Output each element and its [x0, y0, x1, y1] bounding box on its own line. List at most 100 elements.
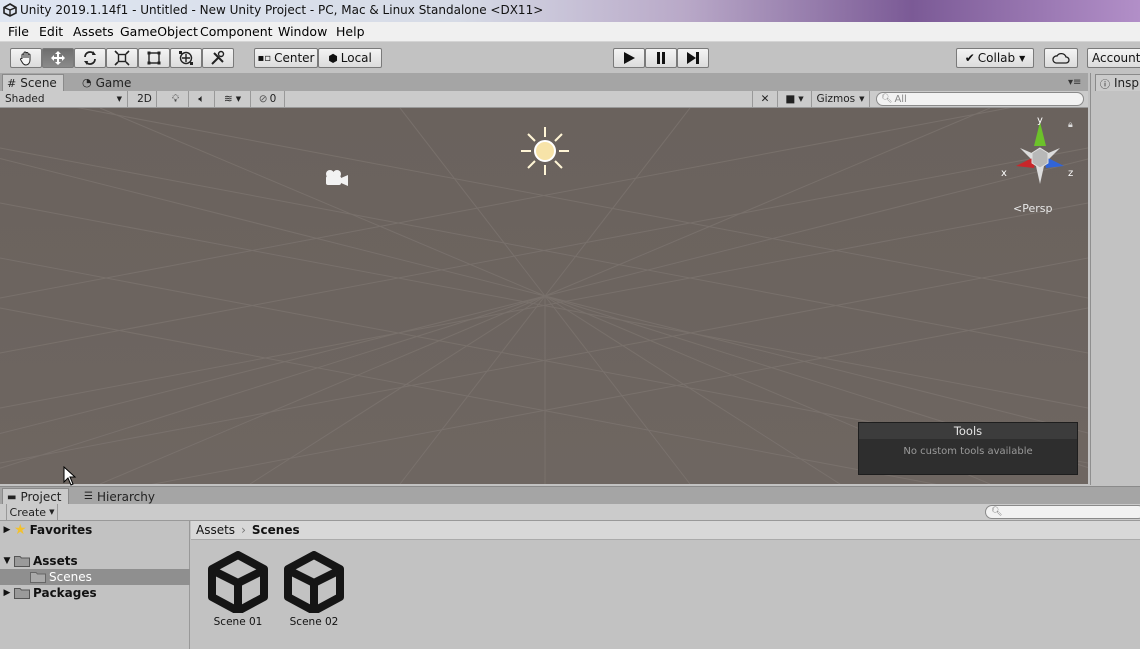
- tab-project[interactable]: ▬ Project: [2, 488, 69, 505]
- gizmos-dropdown[interactable]: Gizmos ▼: [812, 91, 870, 107]
- 2d-toggle[interactable]: 2D: [133, 91, 157, 107]
- shading-dropdown[interactable]: Shaded ▼: [0, 91, 128, 107]
- star-icon: ★: [14, 522, 27, 538]
- tools-overlay-title: Tools: [859, 423, 1077, 439]
- menu-file[interactable]: File: [8, 24, 29, 39]
- list-icon: ☰: [84, 491, 93, 502]
- axis-x-label: x: [1001, 168, 1007, 179]
- move-icon: [51, 51, 65, 65]
- layers-icon: ≋: [223, 93, 233, 105]
- info-icon: ⓘ: [1100, 79, 1110, 91]
- tree-favorites-label: Favorites: [29, 523, 93, 537]
- lightbulb-icon: 💡︎: [171, 92, 180, 105]
- play-icon: [624, 52, 635, 64]
- tools-toggle[interactable]: ✕: [752, 91, 778, 107]
- inspector-panel: ⓘ Insp: [1090, 73, 1140, 485]
- camera-gizmo-icon[interactable]: [323, 168, 349, 188]
- effects-dropdown[interactable]: ≋ ▼: [215, 91, 251, 107]
- pivot-center-button[interactable]: ▪▫ Center: [254, 48, 318, 68]
- tree-item-favorites[interactable]: ▶ ★ Favorites: [0, 522, 190, 538]
- account-dropdown[interactable]: Account: [1087, 48, 1140, 68]
- tab-project-label: Project: [20, 490, 62, 504]
- check-circle-icon: ✔: [964, 51, 975, 65]
- search-icon: 🔍︎: [881, 94, 893, 104]
- rect-tool-button[interactable]: [138, 48, 170, 68]
- breadcrumb: Assets › Scenes: [191, 521, 1140, 540]
- create-label: Create: [9, 505, 47, 519]
- menu-window[interactable]: Window: [278, 24, 327, 39]
- create-dropdown[interactable]: Create ▼: [6, 504, 58, 520]
- rotate-tool-button[interactable]: [74, 48, 106, 68]
- menu-help[interactable]: Help: [336, 24, 365, 39]
- transform-tool-button[interactable]: [170, 48, 202, 68]
- pause-button[interactable]: [645, 48, 677, 68]
- pivot-label: Center: [274, 51, 315, 65]
- expand-arrow-icon: ▶: [3, 588, 11, 598]
- persp-label: Persp: [1022, 202, 1053, 215]
- play-button[interactable]: [613, 48, 645, 68]
- pause-icon: [657, 52, 665, 64]
- scale-tool-button[interactable]: [106, 48, 138, 68]
- audio-toggle[interactable]: 🔈︎: [189, 91, 215, 107]
- step-icon: [687, 52, 699, 64]
- folder-icon: [30, 572, 46, 583]
- window-title: Unity 2019.1.14f1 - Untitled - New Unity…: [20, 3, 544, 17]
- directional-light-icon[interactable]: [519, 125, 571, 177]
- tools-overlay-message: No custom tools available: [903, 446, 1033, 457]
- menu-component[interactable]: Component: [200, 24, 273, 39]
- dropdown-arrow-icon: ▼: [235, 95, 242, 103]
- main-toolbar: ▪▫ Center ⬢ Local ✔ Collab ▼ Account: [0, 43, 1140, 73]
- tab-scene-label: Scene: [20, 76, 57, 90]
- tab-hierarchy[interactable]: ☰ Hierarchy: [80, 488, 161, 505]
- persp-icon: <: [1013, 202, 1023, 215]
- tree-item-scenes[interactable]: Scenes: [0, 569, 190, 585]
- collapse-arrow-icon: ▼: [3, 556, 11, 566]
- asset-scene-01[interactable]: Scene 01: [203, 551, 273, 628]
- tab-scene[interactable]: # Scene: [2, 74, 64, 91]
- cloud-button[interactable]: [1044, 48, 1078, 68]
- unity-logo-icon: [3, 3, 17, 17]
- perspective-toggle[interactable]: <Persp: [1013, 202, 1052, 215]
- folder-icon: [14, 588, 30, 599]
- project-search-input[interactable]: 🔍︎: [985, 505, 1140, 519]
- camera-dropdown[interactable]: ■ ▼: [778, 91, 812, 107]
- mouse-cursor-icon: [63, 466, 77, 486]
- pacman-icon: ◔: [82, 76, 92, 89]
- axis-y-label: y: [1037, 115, 1043, 126]
- breadcrumb-assets[interactable]: Assets: [196, 523, 235, 537]
- asset-scene-02[interactable]: Scene 02: [279, 551, 349, 628]
- lock-icon[interactable]: 🔒︎: [1068, 120, 1073, 130]
- wrench-icon: ✕: [760, 93, 770, 105]
- collab-label: Collab: [977, 51, 1016, 65]
- move-tool-button[interactable]: [42, 48, 74, 68]
- scene-search-input[interactable]: 🔍︎ All: [876, 92, 1084, 106]
- asset-scene-01-label: Scene 01: [213, 616, 263, 628]
- menu-edit[interactable]: Edit: [39, 24, 63, 39]
- tree-packages-label: Packages: [33, 586, 97, 600]
- cube-icon: ⬢: [328, 51, 338, 65]
- tools-overlay-window: Tools No custom tools available: [858, 422, 1078, 475]
- tree-item-packages[interactable]: ▶ Packages: [0, 585, 190, 601]
- collab-dropdown[interactable]: ✔ Collab ▼: [956, 48, 1034, 68]
- hand-tool-button[interactable]: [10, 48, 42, 68]
- menu-bar: File Edit Assets GameObject Component Wi…: [0, 22, 1140, 42]
- menu-assets[interactable]: Assets: [73, 24, 114, 39]
- tab-inspector-label: Insp: [1114, 76, 1140, 90]
- tab-game-label: Game: [95, 75, 132, 90]
- eye-slash-icon: ⊘: [258, 93, 268, 105]
- dropdown-arrow-icon: ▼: [859, 95, 865, 103]
- bottom-tab-strip: ▬ Project ☰ Hierarchy: [0, 486, 1140, 505]
- tree-item-assets[interactable]: ▼ Assets: [0, 553, 190, 569]
- lighting-toggle[interactable]: 💡︎: [163, 91, 189, 107]
- chevron-right-icon: ›: [241, 523, 246, 537]
- step-button[interactable]: [677, 48, 709, 68]
- tab-game[interactable]: ◔ Game: [78, 74, 137, 91]
- custom-tool-button[interactable]: [202, 48, 234, 68]
- scene-search-placeholder: All: [894, 93, 907, 105]
- tab-inspector[interactable]: ⓘ Insp: [1095, 74, 1140, 91]
- hidden-objects-toggle[interactable]: ⊘ 0: [251, 91, 285, 107]
- panel-menu-icon[interactable]: ▾≡: [1068, 77, 1081, 88]
- breadcrumb-scenes[interactable]: Scenes: [252, 523, 300, 537]
- pivot-local-button[interactable]: ⬢ Local: [318, 48, 382, 68]
- menu-gameobject[interactable]: GameObject: [120, 24, 198, 39]
